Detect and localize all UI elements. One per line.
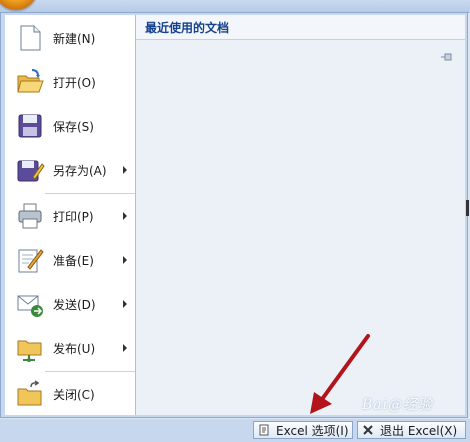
menu-item-label: 准备(E) <box>53 253 94 268</box>
menu-item-label: 关闭(C) <box>53 387 95 402</box>
save-as-icon <box>15 155 45 185</box>
watermark: Bai@经验 <box>362 397 434 413</box>
exit-excel-button[interactable]: 退出 Excel(X) <box>357 421 466 439</box>
exit-excel-label: 退出 Excel(X) <box>380 423 458 438</box>
submenu-arrow-icon <box>123 344 127 352</box>
open-folder-icon <box>15 67 45 97</box>
menu-item-label: 打开(O) <box>53 75 96 90</box>
close-folder-icon <box>15 379 45 409</box>
excel-options-label: Excel 选项(I) <box>276 423 349 438</box>
menu-item-label: 保存(S) <box>53 119 94 134</box>
submenu-arrow-icon <box>123 300 127 308</box>
menu-item-prepare[interactable]: 准备(E) <box>5 239 135 281</box>
excel-options-button[interactable]: Excel 选项(I) <box>253 421 353 439</box>
menu-divider <box>45 193 135 194</box>
publish-folder-icon <box>15 333 45 363</box>
office-menu: 新建(N) 打开(O) 保存(S) 另存为(A) 打印(P) 准备(E) 发送(… <box>0 12 468 418</box>
menu-item-label: 发布(U) <box>53 341 96 356</box>
menu-item-new[interactable]: 新建(N) <box>5 17 135 59</box>
window-edge-mark <box>466 200 469 216</box>
save-disk-icon <box>15 111 45 141</box>
exit-x-icon <box>362 424 374 436</box>
menu-item-publish[interactable]: 发布(U) <box>5 327 135 369</box>
send-envelope-icon <box>15 289 45 319</box>
menu-item-close[interactable]: 关闭(C) <box>5 373 135 415</box>
submenu-arrow-icon <box>123 212 127 220</box>
menu-commands-panel: 新建(N) 打开(O) 保存(S) 另存为(A) 打印(P) 准备(E) 发送(… <box>5 15 136 415</box>
menu-item-label: 发送(D) <box>53 297 96 312</box>
menu-item-print[interactable]: 打印(P) <box>5 195 135 237</box>
pin-icon[interactable] <box>441 53 455 61</box>
menu-item-open[interactable]: 打开(O) <box>5 61 135 103</box>
prepare-pencil-icon <box>15 245 45 275</box>
menu-item-label: 打印(P) <box>53 209 94 224</box>
menu-item-send[interactable]: 发送(D) <box>5 283 135 325</box>
menu-item-save[interactable]: 保存(S) <box>5 105 135 147</box>
printer-icon <box>15 201 45 231</box>
submenu-arrow-icon <box>123 256 127 264</box>
menu-footer: Excel 选项(I) 退出 Excel(X) <box>0 419 470 442</box>
submenu-arrow-icon <box>123 166 127 174</box>
menu-item-label: 另存为(A) <box>53 163 107 178</box>
menu-divider <box>45 371 135 372</box>
new-document-icon <box>15 23 45 53</box>
recent-documents-title: 最近使用的文档 <box>136 15 465 40</box>
menu-item-label: 新建(N) <box>53 31 96 46</box>
menu-item-save-as[interactable]: 另存为(A) <box>5 149 135 191</box>
options-doc-icon <box>258 424 270 436</box>
